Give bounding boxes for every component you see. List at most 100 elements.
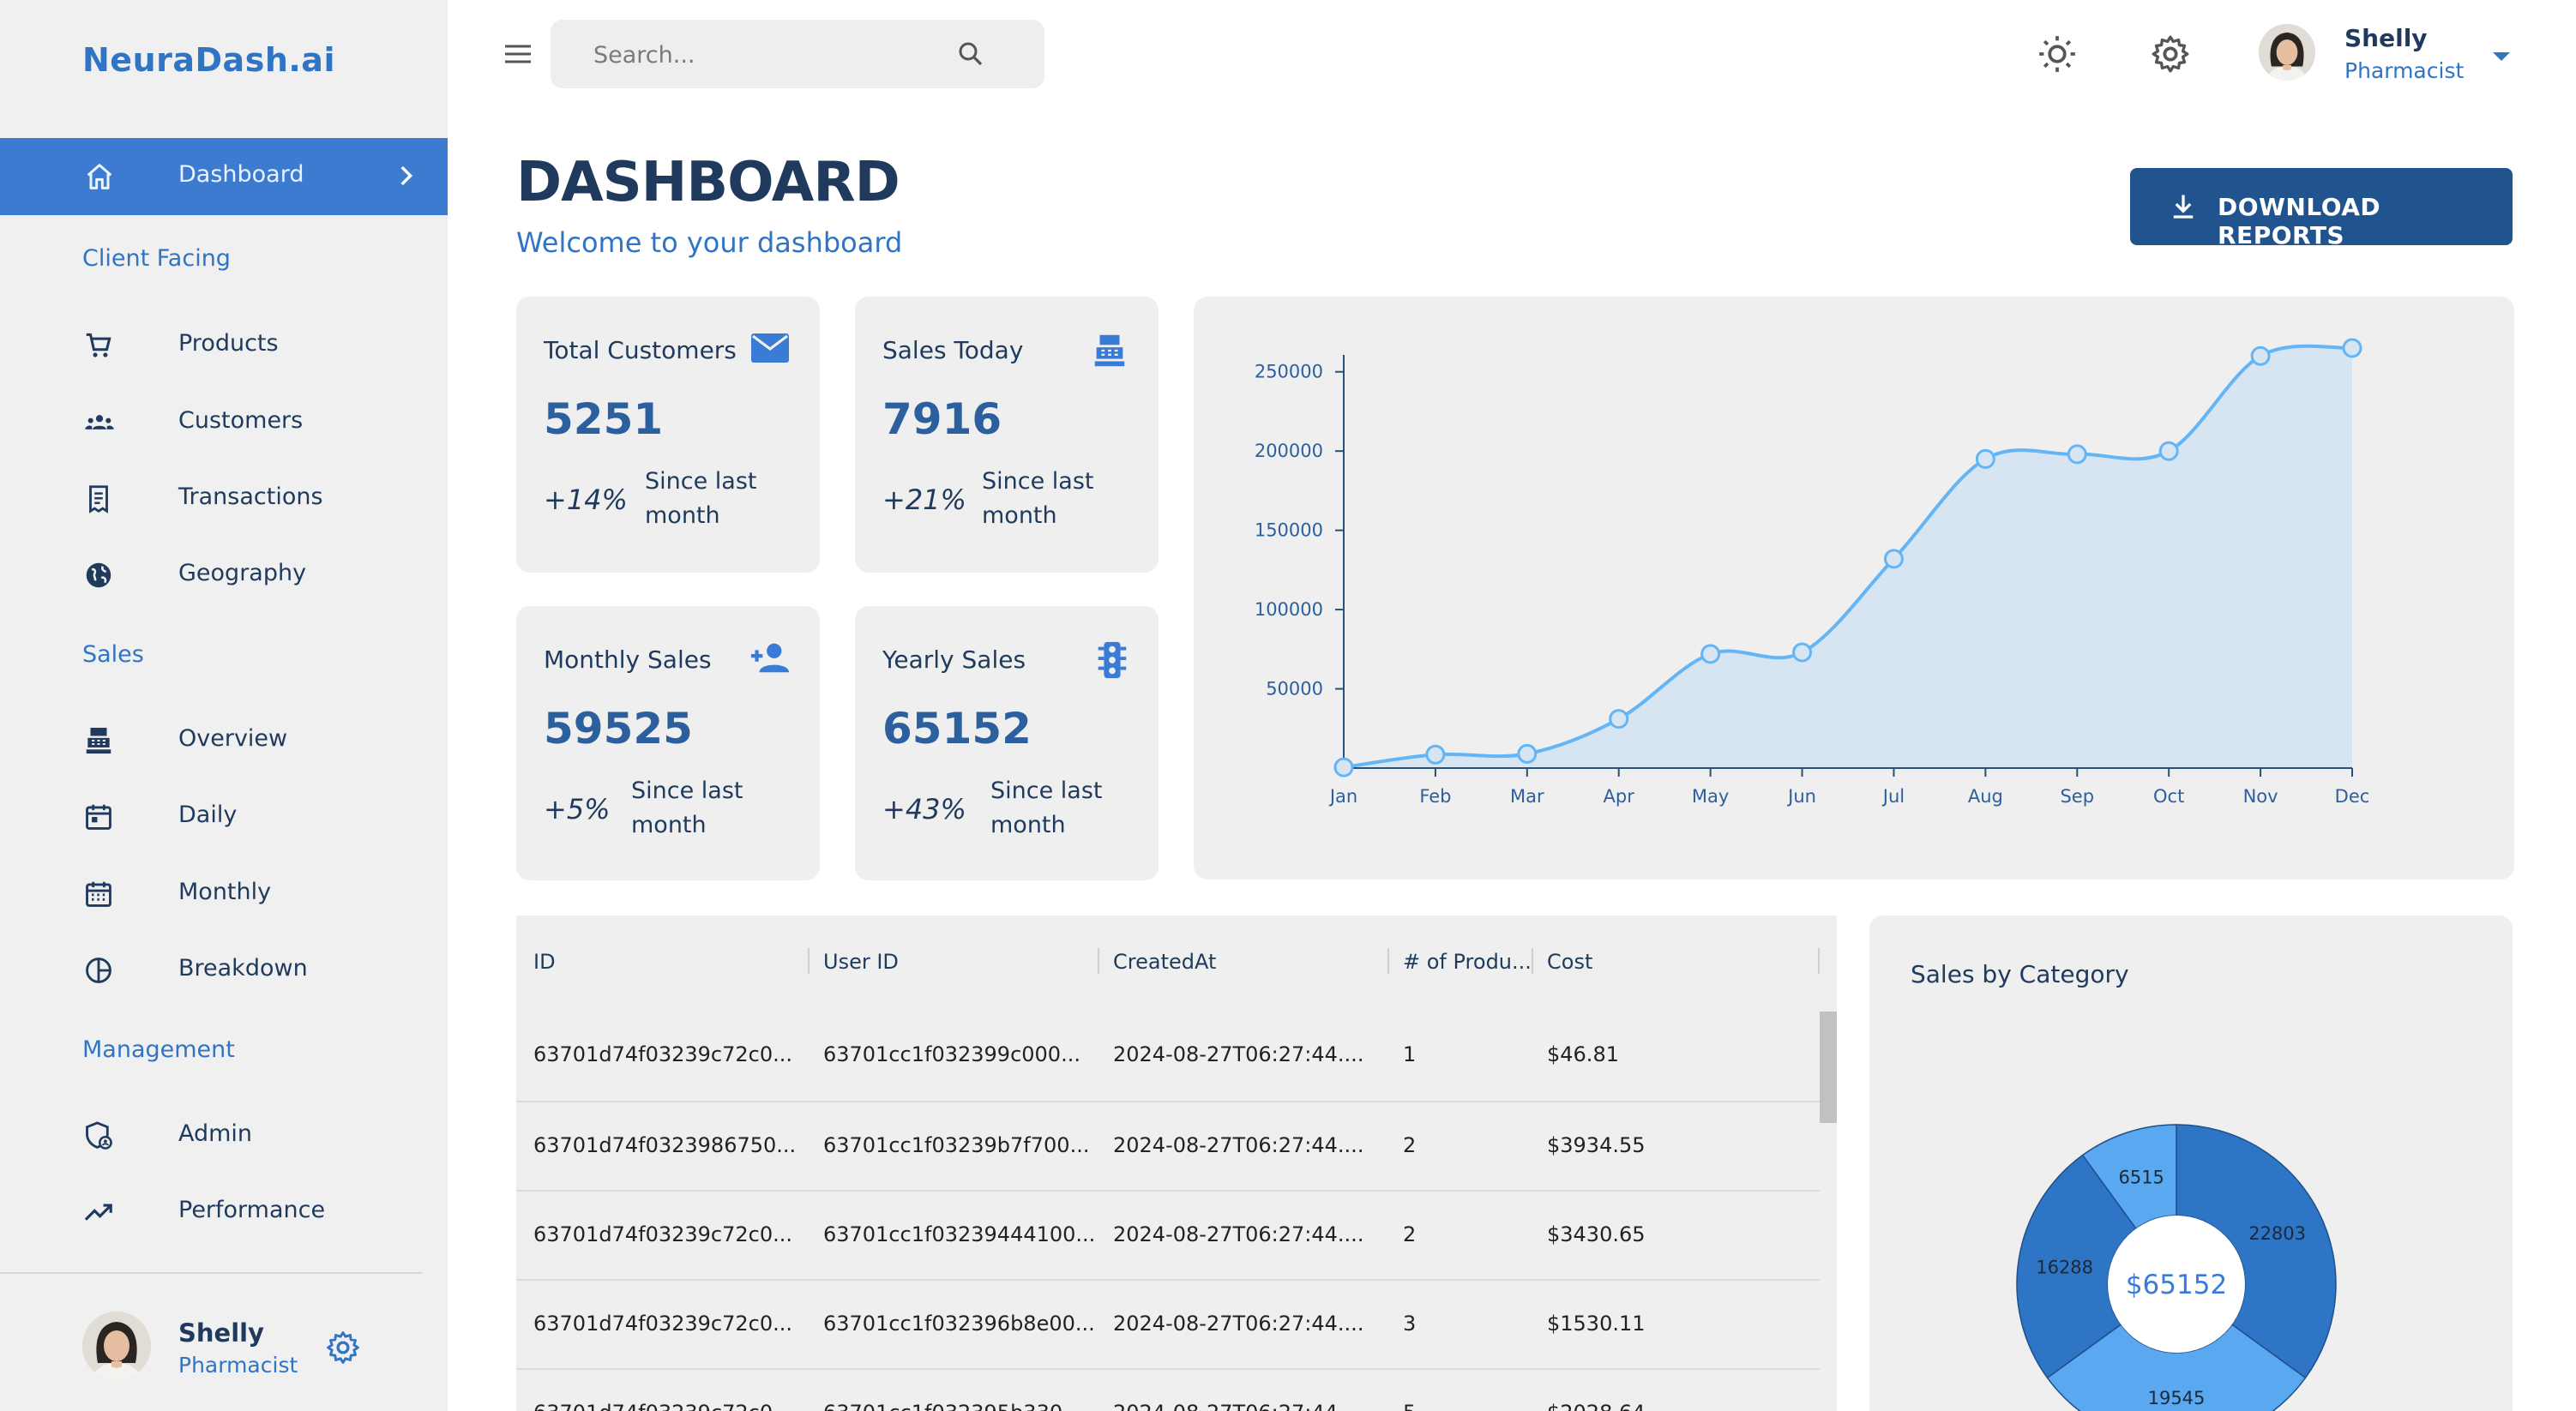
- cell-user-id: 63701cc1f032396b8e00...: [823, 1312, 1095, 1336]
- sidebar-item-dashboard[interactable]: Dashboard: [0, 138, 448, 215]
- search-input[interactable]: [592, 37, 938, 73]
- sidebar-item-customers[interactable]: Customers: [0, 391, 448, 451]
- slice-label: 19545: [2148, 1388, 2206, 1408]
- stat-title: Sales Today: [882, 336, 1024, 364]
- x-tick-label: Mar: [1510, 786, 1544, 807]
- stat-title: Monthly Sales: [544, 645, 712, 674]
- stat-since: Since last month: [645, 468, 757, 529]
- sidebar-item-overview[interactable]: Overview: [0, 709, 448, 769]
- sidebar-item-transactions[interactable]: Transactions: [0, 467, 448, 527]
- sidebar-item-geography[interactable]: Geography: [0, 543, 448, 603]
- cell-user-id: 63701cc1f032399c000...: [823, 1042, 1080, 1066]
- topbar-user-name[interactable]: Shelly: [2344, 24, 2428, 52]
- cell-created-at: 2024-08-27T06:27:44....: [1113, 1133, 1364, 1157]
- cell-cost: $3934.55: [1547, 1133, 1646, 1157]
- table-row[interactable]: 63701d74f03239c72c0... 63701cc1f032395b3…: [516, 1368, 1820, 1411]
- column-separator[interactable]: [808, 948, 810, 974]
- data-point: [2067, 444, 2087, 465]
- sidebar-item-label: Admin: [178, 1120, 253, 1147]
- calendar-month-icon: [82, 878, 115, 910]
- column-header-products[interactable]: # of Produ...: [1403, 950, 1532, 974]
- sidebar-item-monthly[interactable]: Monthly: [0, 862, 448, 922]
- search-icon[interactable]: [955, 39, 986, 69]
- sidebar-user: Shelly Pharmacist: [82, 1312, 359, 1380]
- column-header-user-id[interactable]: User ID: [823, 950, 899, 974]
- trending-up-icon: [82, 1196, 115, 1228]
- sidebar-item-admin[interactable]: Admin: [0, 1104, 448, 1164]
- stat-card-yearly-sales: Yearly Sales 65152 +43% Since last month: [855, 606, 1159, 880]
- download-reports-button[interactable]: DOWNLOAD REPORTS: [2130, 168, 2513, 249]
- pie-chart-icon: [82, 954, 115, 987]
- sidebar-item-label: Overview: [178, 725, 288, 752]
- section-sales: Sales: [82, 641, 144, 668]
- download-icon: [2168, 191, 2199, 222]
- x-tick-label: Jun: [1786, 786, 1816, 807]
- stat-card-total-customers: Total Customers 5251 +14% Since last mon…: [516, 297, 820, 573]
- topbar-user-role: Pharmacist: [2344, 58, 2465, 83]
- y-tick-label: 100000: [1255, 599, 1323, 620]
- cell-products: 5: [1403, 1401, 1416, 1411]
- gear-icon[interactable]: [324, 1329, 362, 1366]
- light-mode-icon[interactable]: [2036, 33, 2079, 75]
- data-point: [1425, 744, 1446, 765]
- x-tick-label: Jan: [1328, 786, 1357, 807]
- brand-logo[interactable]: NeuraDash.ai: [82, 41, 335, 79]
- sales-by-category-chart[interactable]: 22803 19545 16288 6515 $65152: [1869, 916, 2513, 1411]
- sidebar-item-performance[interactable]: Performance: [0, 1180, 448, 1240]
- cell-cost: $46.81: [1547, 1042, 1619, 1066]
- cell-id: 63701d74f03239c72c0...: [533, 1401, 792, 1411]
- table-row[interactable]: 63701d74f03239c72c0... 63701cc1f032396b8…: [516, 1279, 1820, 1370]
- cell-id: 63701d74f03239c72c0...: [533, 1042, 793, 1066]
- caret-down-icon[interactable]: [2489, 48, 2514, 65]
- sidebar-item-breakdown[interactable]: Breakdown: [0, 939, 448, 999]
- slice-label: 6515: [2118, 1167, 2164, 1187]
- sidebar-item-products[interactable]: Products: [0, 314, 448, 374]
- cell-products: 2: [1403, 1133, 1417, 1157]
- sidebar-item-label: Transactions: [178, 483, 323, 510]
- cell-id: 63701d74f0323986750...: [533, 1133, 797, 1157]
- column-header-created-at[interactable]: CreatedAt: [1113, 950, 1216, 974]
- data-point: [1792, 642, 1813, 663]
- page-subtitle: Welcome to your dashboard: [516, 226, 903, 259]
- y-tick-label: 150000: [1255, 520, 1323, 541]
- stat-title: Total Customers: [544, 336, 737, 364]
- table-row[interactable]: 63701d74f03239c72c0... 63701cc1f03239444…: [516, 1190, 1820, 1281]
- avatar[interactable]: [2259, 24, 2315, 81]
- cell-cost: $1530.11: [1547, 1312, 1646, 1336]
- table-row[interactable]: 63701d74f0323986750... 63701cc1f03239b7f…: [516, 1101, 1820, 1192]
- x-tick-label: May: [1692, 786, 1729, 807]
- menu-icon[interactable]: [503, 41, 533, 67]
- column-header-cost[interactable]: Cost: [1547, 950, 1592, 974]
- sidebar-user-role: Pharmacist: [178, 1353, 298, 1378]
- stat-card-monthly-sales: Monthly Sales 59525 +5% Since last month: [516, 606, 820, 880]
- column-separator[interactable]: [1098, 948, 1099, 974]
- sidebar-item-label: Daily: [178, 802, 238, 828]
- sidebar-item-daily[interactable]: Daily: [0, 785, 448, 845]
- stat-title: Yearly Sales: [882, 645, 1026, 674]
- stat-since: Since last month: [990, 778, 1103, 838]
- stat-since: Since last month: [631, 778, 743, 838]
- table-scrollbar[interactable]: [1820, 1012, 1837, 1123]
- avatar[interactable]: [82, 1312, 151, 1380]
- sidebar-item-label: Breakdown: [178, 955, 308, 982]
- column-separator[interactable]: [1532, 948, 1533, 974]
- globe-icon: [82, 559, 115, 591]
- x-tick-label: Jul: [1881, 786, 1905, 807]
- settings-gear-icon[interactable]: [2149, 33, 2192, 75]
- column-header-id[interactable]: ID: [533, 950, 556, 974]
- section-management: Management: [82, 1036, 235, 1063]
- point-of-sale-icon: [82, 724, 115, 757]
- stat-increase: +43%: [882, 793, 966, 826]
- sales-by-category-panel: Sales by Category 22803 19545 16288 6515 $65…: [1869, 916, 2513, 1411]
- table-row[interactable]: 63701d74f03239c72c0... 63701cc1f032399c0…: [516, 1012, 1820, 1101]
- data-point: [1700, 644, 1721, 664]
- sales-line-chart[interactable]: 250000 200000 150000 100000 50000 Jan Feb Mar Ap…: [1194, 297, 2514, 880]
- y-tick-label: 250000: [1255, 362, 1323, 382]
- calendar-today-icon: [82, 801, 115, 833]
- cell-id: 63701d74f03239c72c0...: [533, 1222, 793, 1246]
- column-separator[interactable]: [1818, 948, 1820, 974]
- home-icon: [82, 159, 117, 194]
- email-icon: [749, 331, 791, 365]
- stat-increase: +14%: [544, 483, 628, 516]
- column-separator[interactable]: [1387, 948, 1389, 974]
